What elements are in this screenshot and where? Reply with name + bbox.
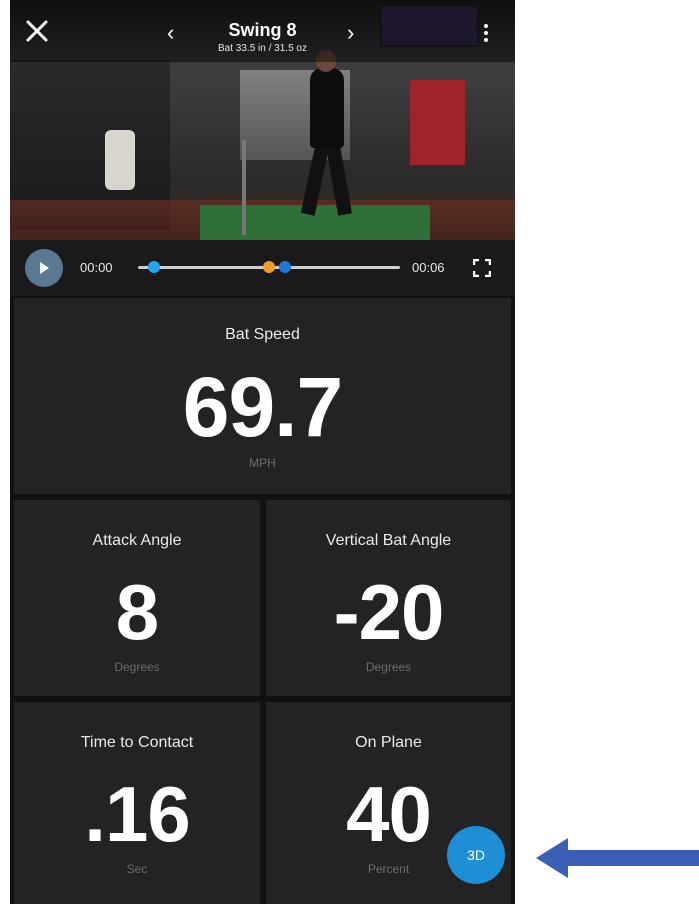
metric-value: 69.7	[182, 360, 344, 454]
play-icon	[40, 262, 49, 274]
metric-label: On Plane	[355, 734, 422, 751]
swing-video[interactable]: ‹ Swing 8 Bat 33.5 in / 31.5 oz ›	[10, 0, 515, 240]
metric-label: Vertical Bat Angle	[325, 532, 452, 549]
metric-unit: Degrees	[365, 660, 412, 674]
bat-spec: Bat 33.5 in / 31.5 oz	[218, 43, 307, 54]
batter	[310, 68, 344, 148]
time-to-contact-card: Time to Contact .16 Sec	[14, 702, 260, 904]
metric-label: Attack Angle	[92, 532, 182, 549]
left-arrow-icon	[536, 838, 699, 878]
metric-value: 8	[115, 568, 159, 656]
top-bar: ‹ Swing 8 Bat 33.5 in / 31.5 oz ›	[10, 0, 515, 62]
bat-bag	[105, 130, 135, 190]
time-end: 00:06	[412, 260, 445, 275]
next-swing-button[interactable]: ›	[347, 22, 354, 44]
metric-unit: Sec	[126, 862, 148, 876]
metric-label: Time to Contact	[80, 734, 194, 751]
swing-title: Swing 8	[228, 20, 297, 40]
app-screen: ‹ Swing 8 Bat 33.5 in / 31.5 oz › 00:00 …	[10, 0, 515, 904]
metric-value: .16	[84, 770, 190, 858]
time-start: 00:00	[80, 260, 113, 275]
vertical-bat-angle-card: Vertical Bat Angle -20 Degrees	[266, 500, 511, 696]
more-vertical-icon[interactable]	[484, 24, 490, 44]
scrubber-track[interactable]	[138, 261, 400, 273]
start-marker[interactable]	[148, 261, 160, 273]
batting-tee	[242, 140, 246, 235]
fullscreen-icon[interactable]	[473, 259, 491, 277]
play-button[interactable]	[25, 249, 63, 287]
metric-unit: MPH	[249, 456, 276, 470]
impact-marker[interactable]	[263, 261, 275, 273]
playback-bar: 00:00 00:06	[10, 240, 515, 296]
equipment-rack	[410, 80, 465, 165]
contact-marker[interactable]	[279, 261, 291, 273]
bat-speed-card: Bat Speed 69.7 MPH	[14, 298, 511, 494]
metric-unit: Degrees	[114, 660, 160, 674]
metric-label: Bat Speed	[225, 326, 300, 343]
metric-value: -20	[333, 568, 445, 656]
view-3d-button[interactable]: 3D	[447, 826, 505, 884]
attack-angle-card: Attack Angle 8 Degrees	[14, 500, 260, 696]
